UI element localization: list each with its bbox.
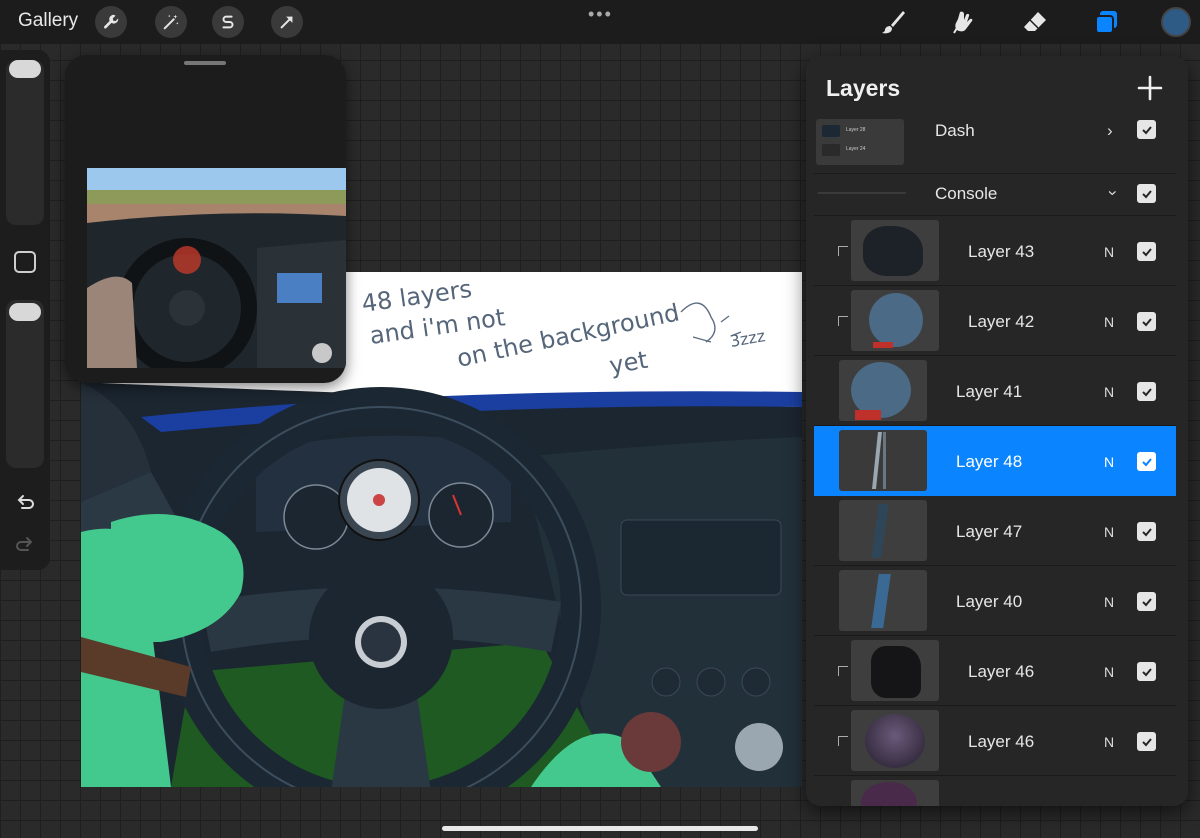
layer-name: Layer 48 xyxy=(956,452,1023,471)
layer-row-43[interactable]: Layer 43 N xyxy=(814,216,1176,286)
blend-mode-button[interactable]: N xyxy=(1104,454,1114,470)
wrench-icon[interactable] xyxy=(95,6,127,38)
layers-icon[interactable] xyxy=(1090,6,1122,38)
visibility-checkbox[interactable] xyxy=(1137,242,1156,261)
layer-name: Layer 46 xyxy=(968,662,1035,681)
more-options-button[interactable]: ••• xyxy=(588,4,613,25)
blend-mode-button[interactable]: N xyxy=(1104,384,1114,400)
layer-name: Layer 40 xyxy=(956,592,1023,611)
layer-name: Layer 43 xyxy=(968,242,1035,261)
blend-mode-button[interactable]: N xyxy=(1104,314,1114,330)
layer-row-41[interactable]: Layer 41 N xyxy=(814,356,1176,426)
layer-row-46[interactable]: Layer 46 N xyxy=(814,636,1176,706)
left-sidebar xyxy=(0,50,50,570)
layer-thumbnail xyxy=(851,220,939,281)
group-name: Console xyxy=(935,184,998,203)
visibility-checkbox[interactable] xyxy=(1137,592,1156,611)
layer-thumbnail xyxy=(851,780,939,806)
blend-mode-button[interactable]: N xyxy=(1104,524,1114,540)
layer-group-console[interactable]: Console › xyxy=(814,174,1176,216)
layer-name: Layer 41 xyxy=(956,382,1023,401)
redo-icon[interactable] xyxy=(12,531,38,557)
add-layer-icon[interactable] xyxy=(1136,74,1164,102)
layers-panel-title: Layers xyxy=(826,75,901,101)
eraser-icon[interactable] xyxy=(1019,6,1051,38)
layer-group-dash[interactable]: Layer 28 Layer 24 Dash › xyxy=(814,119,1176,174)
layer-thumbnail xyxy=(851,710,939,771)
clipping-mask-icon xyxy=(838,666,848,676)
layer-row-46-b[interactable]: Layer 46 N xyxy=(814,706,1176,776)
reference-photo xyxy=(87,168,346,368)
opacity-thumb[interactable] xyxy=(9,303,41,321)
layer-row-48[interactable]: Layer 48 N xyxy=(814,426,1176,496)
smudge-icon[interactable] xyxy=(948,6,980,38)
layer-row-47[interactable]: Layer 47 N xyxy=(814,496,1176,566)
blend-mode-button[interactable]: N xyxy=(1104,664,1114,680)
visibility-checkbox[interactable] xyxy=(1137,120,1156,139)
selection-icon[interactable] xyxy=(212,6,244,38)
clipping-mask-icon xyxy=(838,736,848,746)
group-divider xyxy=(818,192,906,194)
layer-name: Layer 42 xyxy=(968,312,1035,331)
chevron-down-icon[interactable]: › xyxy=(1103,190,1123,196)
group-preview-label: Layer 28 xyxy=(846,127,866,133)
brush-size-slider[interactable] xyxy=(6,60,44,225)
magic-wand-icon[interactable] xyxy=(155,6,187,38)
handwritten-note-line-4: yet xyxy=(607,346,650,380)
visibility-checkbox[interactable] xyxy=(1137,522,1156,541)
clipping-mask-icon xyxy=(838,316,848,326)
layer-thumbnail xyxy=(839,360,927,421)
layer-thumbnail xyxy=(839,570,927,631)
group-preview-label: Layer 24 xyxy=(846,146,866,152)
home-indicator[interactable] xyxy=(442,826,758,831)
layer-thumbnail xyxy=(851,290,939,351)
layer-row-40[interactable]: Layer 40 N xyxy=(814,566,1176,636)
handwritten-note-line-5: 3zzz xyxy=(728,326,766,351)
reference-drag-handle[interactable] xyxy=(184,61,226,65)
layer-thumbnail xyxy=(839,500,927,561)
visibility-checkbox[interactable] xyxy=(1137,184,1156,203)
layers-panel: Layers Layer 28 Layer 24 Dash › Console … xyxy=(806,56,1188,806)
chevron-right-icon[interactable]: › xyxy=(1107,121,1113,141)
opacity-slider[interactable] xyxy=(6,300,44,468)
transform-arrow-icon[interactable] xyxy=(271,6,303,38)
gallery-button[interactable]: Gallery xyxy=(18,10,78,32)
reference-window[interactable] xyxy=(65,55,346,383)
brush-size-thumb[interactable] xyxy=(9,60,41,78)
group-name: Dash xyxy=(935,121,975,140)
top-toolbar: Gallery ••• xyxy=(0,0,1200,44)
layer-row-42[interactable]: Layer 42 N xyxy=(814,286,1176,356)
visibility-checkbox[interactable] xyxy=(1137,732,1156,751)
visibility-checkbox[interactable] xyxy=(1137,382,1156,401)
layer-thumbnail xyxy=(839,430,927,491)
layer-name: Layer 47 xyxy=(956,522,1023,541)
group-thumbnail: Layer 28 Layer 24 xyxy=(816,119,904,165)
visibility-checkbox[interactable] xyxy=(1137,452,1156,471)
visibility-checkbox[interactable] xyxy=(1137,312,1156,331)
color-picker-button[interactable] xyxy=(1161,7,1191,37)
brush-icon[interactable] xyxy=(877,6,909,38)
layer-thumbnail xyxy=(851,640,939,701)
visibility-checkbox[interactable] xyxy=(1137,662,1156,681)
blend-mode-button[interactable]: N xyxy=(1104,594,1114,610)
undo-icon[interactable] xyxy=(12,489,38,515)
modify-button[interactable] xyxy=(14,251,36,273)
clipping-mask-icon xyxy=(838,246,848,256)
blend-mode-button[interactable]: N xyxy=(1104,244,1114,260)
layer-row-partial[interactable] xyxy=(814,776,1176,806)
blend-mode-button[interactable]: N xyxy=(1104,734,1114,750)
layer-name: Layer 46 xyxy=(968,732,1035,751)
